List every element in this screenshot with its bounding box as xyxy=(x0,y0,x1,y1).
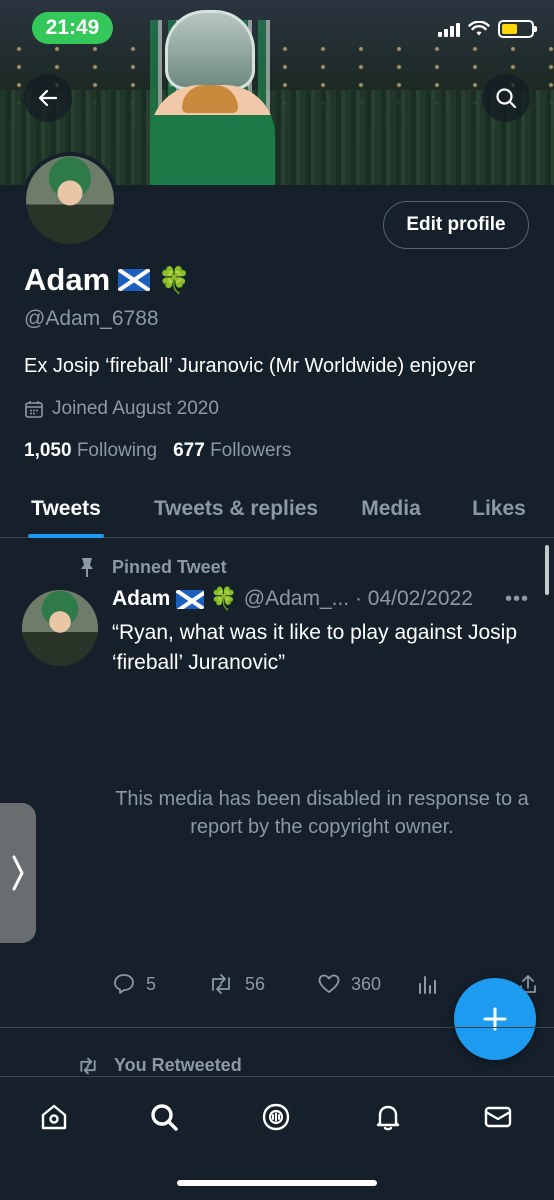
avatar-image xyxy=(26,156,114,244)
tweet-divider xyxy=(0,1027,554,1028)
side-handle[interactable] xyxy=(0,803,36,943)
search-icon xyxy=(151,1104,178,1131)
tab-media[interactable]: Media xyxy=(358,480,424,538)
tweet-avatar[interactable] xyxy=(22,590,98,666)
profile-handle: @Adam_6788 xyxy=(24,307,159,330)
edit-profile-button[interactable]: Edit profile xyxy=(383,201,529,249)
retweet-button[interactable]: 56 xyxy=(207,972,317,996)
nav-home[interactable] xyxy=(32,1095,76,1139)
following-count: 1,050 xyxy=(24,440,72,461)
scotland-flag-icon xyxy=(118,269,151,291)
heart-icon xyxy=(318,974,340,993)
arrow-left-icon xyxy=(38,89,58,107)
status-icons xyxy=(438,20,537,38)
nav-notifications[interactable] xyxy=(366,1095,410,1139)
reply-count: 5 xyxy=(146,973,157,994)
battery-icon xyxy=(498,20,537,38)
trophy xyxy=(165,10,255,90)
pinned-label: Pinned Tweet xyxy=(78,556,227,578)
following-link[interactable]: 1,050 Following xyxy=(24,440,157,462)
nav-messages[interactable] xyxy=(476,1095,520,1139)
followers-link[interactable]: 677 Followers xyxy=(173,440,291,462)
retweet-icon xyxy=(212,974,230,994)
calendar-icon xyxy=(25,401,43,418)
tweet-handle-date: @Adam_... · 04/02/2022 xyxy=(243,587,473,610)
back-button[interactable] xyxy=(24,74,72,122)
profile-avatar[interactable] xyxy=(22,152,118,248)
joined-date: Joined August 2020 xyxy=(24,398,219,420)
reply-icon xyxy=(114,974,134,994)
profile-name-row: Adam 🍀 xyxy=(24,262,191,298)
plus-icon xyxy=(483,1007,507,1031)
wifi-icon xyxy=(468,21,490,36)
home-indicator[interactable] xyxy=(177,1180,377,1186)
pin-icon xyxy=(81,558,93,577)
spaces-icon xyxy=(262,1103,290,1131)
more-options-icon[interactable]: ••• xyxy=(505,588,529,611)
retweeted-text: You Retweeted xyxy=(114,1055,242,1075)
tweet-text[interactable]: “Ryan, what was it like to play against … xyxy=(112,618,532,679)
retweet-icon xyxy=(80,1057,96,1074)
search-icon xyxy=(496,88,517,109)
reply-button[interactable]: 5 xyxy=(112,972,207,996)
bell-icon xyxy=(376,1105,400,1131)
media-disabled-notice: This media has been disabled in response… xyxy=(115,788,529,838)
cellular-signal-icon xyxy=(438,21,460,37)
tab-tweets[interactable]: Tweets xyxy=(28,480,104,538)
clover-icon: 🍀 xyxy=(210,586,238,611)
status-time: 21:49 xyxy=(32,12,113,44)
display-name: Adam xyxy=(24,262,111,297)
tab-tweets-replies[interactable]: Tweets & replies xyxy=(150,480,322,538)
scrollbar[interactable] xyxy=(545,545,549,595)
following-label: Following xyxy=(76,440,158,461)
avatar-image xyxy=(22,590,98,666)
pinned-text: Pinned Tweet xyxy=(112,556,227,577)
home-icon xyxy=(41,1104,67,1130)
tweet-author[interactable]: Adam xyxy=(112,587,170,611)
chevron-right-icon xyxy=(12,855,24,891)
compose-tweet-button[interactable] xyxy=(454,978,536,1060)
analytics-icon xyxy=(419,976,436,994)
retweet-count: 56 xyxy=(245,973,266,994)
battery-level xyxy=(502,24,518,34)
like-button[interactable]: 360 xyxy=(317,972,417,996)
followers-count: 677 xyxy=(173,440,205,461)
retweeted-label: You Retweeted xyxy=(76,1055,242,1076)
profile-bio: Ex Josip ‘fireball’ Juranovic (Mr Worldw… xyxy=(24,355,476,377)
profile-tabs: Tweets Tweets & replies Media Likes xyxy=(0,480,554,538)
search-button[interactable] xyxy=(482,74,530,122)
clover-icon: 🍀 xyxy=(158,265,191,295)
tab-likes[interactable]: Likes xyxy=(470,480,528,538)
like-count: 360 xyxy=(351,973,382,994)
scotland-flag-icon xyxy=(176,589,205,609)
tweet-header: Adam 🍀 @Adam_... · 04/02/2022 xyxy=(112,587,473,611)
nav-explore[interactable] xyxy=(142,1095,186,1139)
mail-icon xyxy=(484,1106,512,1128)
followers-label: Followers xyxy=(210,440,292,461)
nav-spaces[interactable] xyxy=(254,1095,298,1139)
follow-stats: 1,050 Following 677 Followers xyxy=(24,440,291,462)
joined-text: Joined August 2020 xyxy=(52,398,219,419)
